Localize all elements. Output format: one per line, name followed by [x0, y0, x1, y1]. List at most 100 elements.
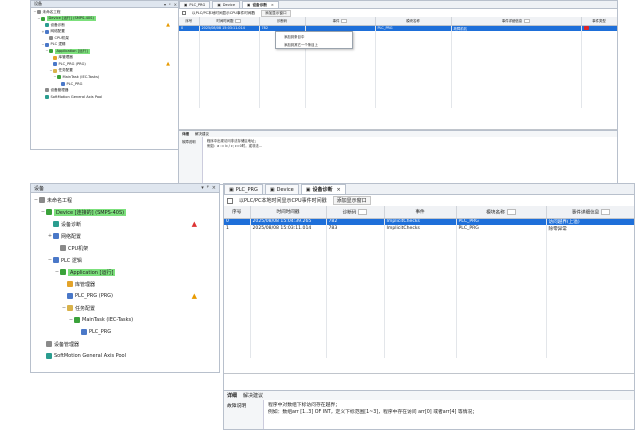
tree-item[interactable]: PLC_PRG (PRG) ▲ — [31, 290, 219, 302]
tree-item[interactable]: − Device [连接的] (SMPS-40S) — [31, 206, 219, 218]
warning-icon: ▲ — [191, 292, 197, 300]
tree-item[interactable]: PLC_PRG — [31, 326, 219, 338]
empty-cell — [250, 253, 327, 260]
tree-item[interactable]: − PLC 逻辑 — [31, 254, 219, 266]
empty-cell — [546, 316, 634, 323]
close-tab-icon[interactable]: × — [271, 3, 274, 7]
empty-cell — [224, 323, 251, 330]
tree-item[interactable]: SoftMotion General Axis Pool — [31, 94, 180, 101]
tab-device-diagnosis[interactable]: ▣ 设备诊断 × — [300, 184, 346, 194]
diagnosis-icon: ▣ — [247, 3, 251, 7]
tree-item[interactable]: CPU机架 — [31, 242, 219, 254]
tree-item-label: 未命名工程 — [42, 9, 61, 14]
filter-dropdown[interactable] — [524, 19, 531, 24]
column-header[interactable]: 序号 — [224, 206, 251, 219]
tree-item[interactable]: − Application [运行] — [31, 266, 219, 278]
detail-line: 例如：a := b / c; c=0时，或非法… — [207, 144, 263, 149]
column-header[interactable]: 事件类型 — [581, 17, 617, 26]
device-icon: ▣ — [269, 186, 275, 193]
tree-item[interactable]: − 未命名工程 — [31, 194, 219, 206]
empty-cell — [384, 274, 457, 281]
pin-icon[interactable]: ▾ — [164, 2, 166, 7]
filter-dropdown[interactable] — [506, 208, 516, 215]
pin-icon[interactable]: ᵠ — [169, 2, 171, 7]
close-icon[interactable]: × — [212, 185, 216, 191]
softmotion-icon — [45, 94, 49, 99]
tab-device-diagnosis[interactable]: ▣ 设备诊断 × — [242, 1, 279, 8]
device-tree-header: 设备 ▾ ᵠ × — [31, 184, 219, 193]
filter-dropdown[interactable] — [358, 208, 368, 215]
tree-item[interactable]: 设备管理器 — [31, 338, 219, 350]
diagnosis-icon: ▣ — [305, 186, 311, 193]
add-display-window-button[interactable]: 添加显示窗口 — [261, 9, 291, 17]
local-time-checkbox[interactable] — [182, 11, 186, 15]
column-header-label: 模块名称 — [486, 210, 505, 215]
options-bar: 以PLC/PC本地时间显示CPU事件时间戳 添加显示窗口 — [179, 9, 617, 17]
column-header[interactable]: 事件 — [384, 206, 457, 219]
column-header[interactable]: 诊断码 — [326, 206, 385, 219]
tree-item[interactable]: − 任务配置 — [31, 302, 219, 314]
tab-device[interactable]: ▣ Device — [264, 184, 299, 194]
tab-detail[interactable]: 详细 — [227, 392, 237, 399]
filter-dropdown[interactable] — [341, 19, 348, 24]
tree-item[interactable]: 库管理器 — [31, 278, 219, 290]
empty-cell — [384, 232, 457, 239]
empty-cell — [384, 267, 457, 274]
tab-solution[interactable]: 解决建议 — [195, 132, 209, 136]
column-header[interactable]: 模块名称 — [456, 206, 547, 219]
table-row[interactable]: 0 2025/08/08 15:04:39.265 782 ImplicitCheck… — [224, 218, 634, 225]
tree-item[interactable]: + 网络配置 — [31, 230, 219, 242]
empty-cell — [250, 281, 327, 288]
column-header[interactable]: 模块名称 — [375, 17, 452, 26]
tab-device[interactable]: ▣ Device — [212, 1, 241, 8]
tree-item-label: PLC_PRG (PRG) — [58, 62, 86, 67]
column-header[interactable]: 事件详细信息 — [546, 206, 634, 219]
column-header-label: 诊断码 — [276, 19, 288, 24]
column-header[interactable]: 序号 — [179, 17, 200, 26]
close-icon[interactable]: × — [174, 2, 177, 7]
detail-label: 故障说明 — [179, 137, 203, 183]
application-icon — [49, 49, 53, 54]
empty-cell — [224, 351, 251, 358]
column-header[interactable]: 时间时间戳 — [250, 206, 327, 219]
tree-item[interactable]: − MainTask (IEC-Tasks) — [31, 314, 219, 326]
column-header[interactable]: 诊断码 — [259, 17, 306, 26]
column-header[interactable]: 时间时间戳 — [199, 17, 260, 26]
warning-icon: ▲ — [166, 22, 170, 29]
pin-icon[interactable]: ᵠ — [207, 185, 209, 191]
column-header[interactable]: 事件 — [305, 17, 376, 26]
empty-cell — [250, 239, 327, 246]
tab-plc-prg[interactable]: ▣ PLC_PRG — [224, 184, 263, 194]
tree-item[interactable]: SoftMotion General Axis Pool — [31, 350, 219, 362]
empty-cell — [456, 288, 547, 295]
dropdown-icon[interactable]: ▾ — [201, 185, 204, 191]
empty-cell — [224, 239, 251, 246]
local-time-checkbox[interactable] — [227, 197, 233, 204]
tab-detail[interactable]: 详细 — [182, 132, 189, 136]
task-config-icon — [53, 68, 57, 73]
context-menu-item[interactable]: 添加到其它一个条目上 — [276, 40, 352, 48]
cpu-rack-icon — [49, 36, 53, 41]
tree-item-label: 网络配置 — [50, 29, 65, 34]
tab-label: PLC_PRG — [189, 3, 206, 7]
table-cell: 访问越界(上溢) — [546, 218, 634, 225]
add-display-window-button[interactable]: 添加显示窗口 — [332, 196, 371, 205]
tab-solution[interactable]: 解决建议 — [243, 392, 263, 399]
empty-cell — [224, 232, 251, 239]
empty-cell — [546, 351, 634, 358]
filter-dropdown[interactable] — [235, 19, 242, 24]
table-row[interactable]: 1 2025/08/08 15:03:11.014 783 ImplicitCheck… — [224, 225, 634, 232]
context-menu-item[interactable]: 添加到条目中 — [276, 32, 352, 40]
diagnosis-icon — [53, 221, 59, 227]
tab-plc-prg[interactable]: ▣ PLC_PRG — [179, 1, 211, 8]
filter-dropdown[interactable] — [601, 208, 611, 215]
close-tab-icon[interactable]: × — [336, 187, 340, 193]
event-grid: 序号 时间时间戳 诊断码 事件 模块名称 事件详细信息 事件类型 0 2025/08/08 1… — [179, 17, 617, 130]
empty-cell — [456, 281, 547, 288]
column-header[interactable]: 事件详细信息 — [451, 17, 582, 26]
tree-item[interactable]: 设备诊断 ▲ — [31, 218, 219, 230]
empty-row — [224, 309, 634, 316]
editor-tabbar: ▣ PLC_PRG ▣ Device ▣ 设备诊断 × — [179, 1, 617, 9]
empty-cell — [250, 337, 327, 344]
detail-line: 程序中对数组下标访问存在越界； — [268, 403, 340, 408]
